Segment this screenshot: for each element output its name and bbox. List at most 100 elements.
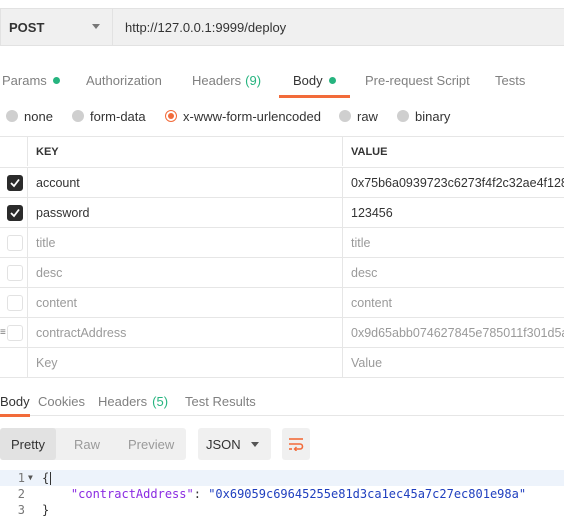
code-line: 1 ▼ { [0, 470, 564, 486]
body-type-label: x-www-form-urlencoded [183, 108, 321, 124]
tab-params[interactable]: Params [2, 62, 60, 98]
method-select[interactable]: POST [0, 8, 112, 46]
tab-label: Headers [98, 393, 148, 409]
tab-headers[interactable]: Headers (9) [192, 62, 261, 98]
chevron-down-icon [92, 24, 100, 29]
body-type-raw[interactable]: raw [339, 103, 378, 129]
view-raw-button[interactable]: Raw [74, 428, 100, 460]
line-number: 3 [17, 503, 25, 517]
radio-icon [339, 110, 351, 122]
tab-label: Pre-request Script [365, 72, 470, 88]
row-key[interactable]: title [28, 228, 343, 257]
code-line: 2 "contractAddress": "0x69059c69645255e8… [0, 486, 564, 502]
row-value[interactable]: content [343, 288, 564, 317]
table-row: account 0x75b6a0939723c6273f4f2c32ae4f12… [0, 167, 564, 197]
row-checkbox[interactable] [7, 295, 23, 311]
row-key[interactable]: content [28, 288, 343, 317]
radio-icon [6, 110, 18, 122]
row-checkbox[interactable] [7, 325, 23, 341]
line-number: 2 [17, 487, 25, 501]
value-column-header: VALUE [351, 145, 388, 158]
tab-label: Body [293, 72, 323, 88]
close-brace: } [42, 503, 50, 517]
status-dot-icon [52, 76, 60, 84]
view-pretty-button[interactable]: Pretty [0, 428, 56, 460]
tab-body[interactable]: Body [279, 62, 350, 98]
tab-authorization[interactable]: Authorization [86, 62, 162, 98]
tab-label: Body [0, 393, 30, 409]
body-type-label: form-data [90, 108, 146, 124]
body-type-label: none [24, 108, 53, 124]
table-row: content content [0, 287, 564, 317]
format-select[interactable]: JSON [198, 428, 271, 460]
key-column-header: KEY [28, 137, 343, 166]
tab-label: Authorization [86, 72, 162, 88]
json-key: "contractAddress" [70, 487, 194, 501]
method-label: POST [9, 19, 45, 35]
table-row: desc desc [0, 257, 564, 287]
body-type-form-data[interactable]: form-data [72, 103, 146, 129]
row-checkbox[interactable] [7, 175, 23, 191]
body-type-none[interactable]: none [6, 103, 53, 129]
radio-icon [397, 110, 409, 122]
table-row: password 123456 [0, 197, 564, 227]
table-row-new: Key Value [0, 347, 564, 377]
body-type-binary[interactable]: binary [397, 103, 450, 129]
check-icon [10, 208, 20, 218]
row-checkbox[interactable] [7, 235, 23, 251]
radio-selected-icon [165, 110, 177, 122]
status-dot-icon [328, 76, 336, 84]
wrap-lines-icon [289, 438, 304, 451]
check-icon [10, 178, 20, 188]
wrap-lines-button[interactable] [282, 428, 310, 460]
row-key[interactable]: contractAddress [28, 318, 343, 347]
row-value[interactable]: desc [343, 258, 564, 287]
response-body-viewer[interactable]: 1 ▼ { 2 "contractAddress": "0x69059c6964… [0, 469, 564, 527]
body-type-label: binary [415, 108, 451, 124]
url-input[interactable]: http://127.0.0.1:9999/deploy [112, 8, 564, 46]
view-mode-group: Pretty Raw Preview [0, 428, 186, 460]
response-tab-headers[interactable]: Headers (5) [98, 386, 168, 416]
tab-pre-request-script[interactable]: Pre-request Script [365, 62, 470, 98]
view-preview-button[interactable]: Preview [128, 428, 174, 460]
tab-label: Test Results [185, 393, 256, 409]
chevron-down-icon [251, 442, 259, 447]
tab-label: Headers [192, 72, 242, 88]
response-tab-cookies[interactable]: Cookies [38, 386, 85, 416]
headers-count: (5) [152, 393, 169, 409]
radio-icon [72, 110, 84, 122]
row-value[interactable]: 123456 [343, 198, 564, 227]
row-value[interactable]: title [343, 228, 564, 257]
fold-arrow-icon[interactable]: ▼ [28, 470, 33, 486]
table-header: KEY VALUE [0, 136, 564, 166]
code-line: 3 } [0, 502, 564, 518]
row-key[interactable]: desc [28, 258, 343, 287]
response-tab-body[interactable]: Body [0, 386, 30, 417]
body-type-options: none form-data x-www-form-urlencoded raw… [0, 103, 564, 129]
text-cursor [50, 472, 52, 485]
response-tabs: Body Cookies Headers (5) Test Results [0, 386, 564, 417]
row-value[interactable]: 0x9d65abb074627845e785011f301d5a [343, 318, 564, 347]
tab-label: Tests [495, 72, 526, 88]
table-row: ≡ contractAddress 0x9d65abb074627845e785… [0, 317, 564, 347]
json-colon: : [193, 487, 209, 501]
new-key-input[interactable]: Key [28, 348, 343, 377]
body-type-urlencoded[interactable]: x-www-form-urlencoded [165, 103, 321, 129]
request-tabs: Params Authorization Headers (9) Body Pr… [0, 62, 564, 98]
row-key[interactable]: password [28, 198, 343, 227]
new-value-input[interactable]: Value [343, 348, 564, 377]
drag-handle-icon[interactable]: ≡ [0, 327, 6, 338]
row-key[interactable]: account [28, 168, 343, 197]
tab-label: Cookies [38, 393, 85, 409]
row-checkbox[interactable] [7, 205, 23, 221]
table-row: title title [0, 227, 564, 257]
json-value: "0x69059c69645255e81d3ca1ec45a7c27ec801e… [208, 487, 527, 501]
line-number: 1 [17, 471, 25, 485]
body-type-label: raw [357, 108, 378, 124]
row-value[interactable]: 0x75b6a0939723c6273f4f2c32ae4f128 [343, 168, 564, 197]
tab-tests[interactable]: Tests [495, 62, 525, 98]
tab-label: Params [2, 72, 47, 88]
row-checkbox[interactable] [7, 265, 23, 281]
response-toolbar: Pretty Raw Preview JSON [0, 428, 564, 460]
response-tab-test-results[interactable]: Test Results [185, 386, 256, 416]
